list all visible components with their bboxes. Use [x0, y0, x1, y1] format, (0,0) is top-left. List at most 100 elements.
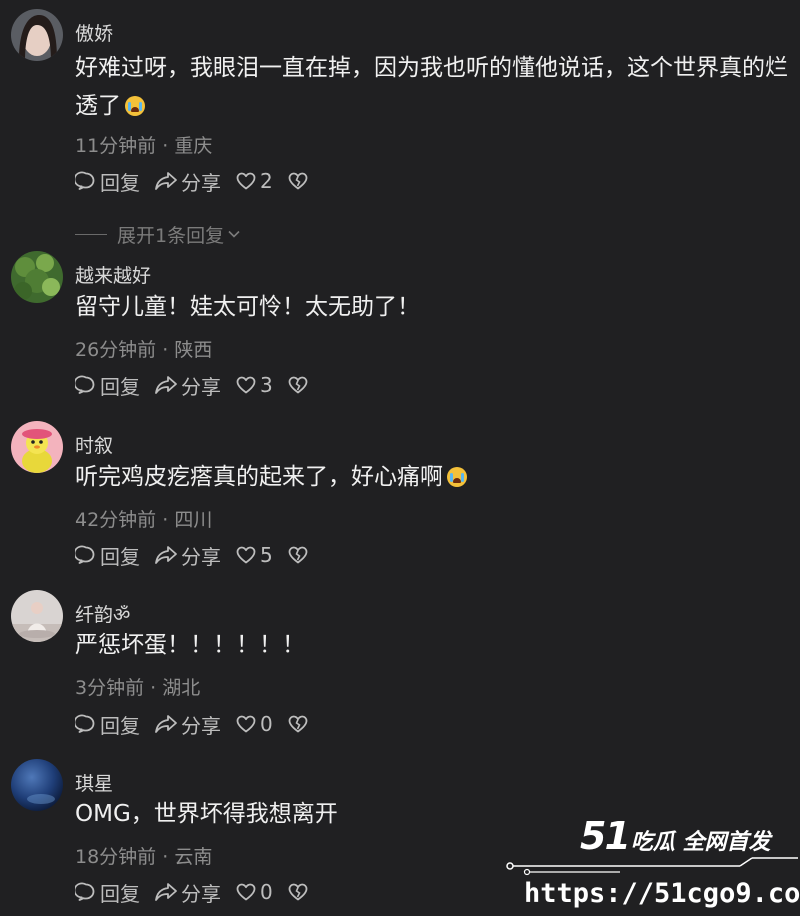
dislike-heart-icon	[287, 713, 309, 735]
avatar[interactable]	[11, 9, 63, 61]
avatar[interactable]	[11, 759, 63, 811]
reply-icon	[75, 881, 97, 903]
watermark-tagline: 吃瓜 全网首发	[630, 830, 771, 855]
comment-text-body: 听完鸡皮疙瘩真的起来了，好心痛啊	[75, 464, 443, 490]
comment-text: 听完鸡皮疙瘩真的起来了，好心痛啊	[75, 458, 795, 496]
reply-button[interactable]: 回复	[75, 371, 140, 400]
username[interactable]: 傲娇	[75, 19, 113, 46]
comment-text: 留守儿童！娃太可怜！太无助了！	[75, 288, 795, 326]
reply-button[interactable]: 回复	[75, 710, 140, 739]
like-count: 2	[260, 169, 273, 193]
avatar[interactable]	[11, 421, 63, 473]
comment-text-body: 好难过呀，我眼泪一直在掉，因为我也听的懂他说话，这个世界真的烂透了	[75, 55, 788, 119]
like-button[interactable]: 5	[235, 543, 273, 567]
dislike-button[interactable]	[287, 170, 309, 192]
share-button[interactable]: 分享	[154, 541, 221, 570]
comment-location: 陕西	[174, 339, 213, 361]
comment-actions: 回复 分享 2	[75, 167, 323, 196]
username[interactable]: 时叙	[75, 431, 113, 458]
comment-location: 云南	[174, 846, 213, 868]
reply-button[interactable]: 回复	[75, 878, 140, 907]
share-icon	[154, 713, 178, 735]
comment-text-body: OMG，世界坏得我想离开	[75, 801, 338, 827]
like-heart-icon	[235, 374, 257, 396]
reply-label: 回复	[100, 374, 140, 399]
like-heart-icon	[235, 713, 257, 735]
like-button[interactable]: 0	[235, 880, 273, 904]
comment-time: 18分钟前	[75, 846, 157, 868]
share-label: 分享	[181, 374, 221, 399]
comment-location: 四川	[174, 509, 213, 531]
comment-meta: 18分钟前 · 云南	[75, 842, 212, 869]
watermark-url: https://51cgo9.com	[524, 878, 800, 909]
share-label: 分享	[181, 713, 221, 738]
expand-replies-button[interactable]: 展开1条回复	[75, 221, 241, 248]
like-heart-icon	[235, 170, 257, 192]
reply-icon	[75, 544, 97, 566]
dislike-button[interactable]	[287, 374, 309, 396]
comment-time: 3分钟前	[75, 677, 145, 699]
comment-actions: 回复 分享 0	[75, 710, 323, 739]
share-icon	[154, 881, 178, 903]
reply-button[interactable]: 回复	[75, 167, 140, 196]
crying-face-icon	[447, 467, 467, 487]
share-icon	[154, 544, 178, 566]
comment-time: 42分钟前	[75, 509, 157, 531]
share-button[interactable]: 分享	[154, 710, 221, 739]
comment-meta: 3分钟前 · 湖北	[75, 673, 200, 700]
reply-label: 回复	[100, 544, 140, 569]
comment-text: 严惩坏蛋！！！！！！	[75, 626, 795, 664]
like-button[interactable]: 2	[235, 169, 273, 193]
dislike-heart-icon	[287, 374, 309, 396]
like-heart-icon	[235, 881, 257, 903]
share-button[interactable]: 分享	[154, 371, 221, 400]
meta-separator: ·	[162, 135, 169, 157]
share-label: 分享	[181, 881, 221, 906]
meta-separator: ·	[150, 677, 157, 699]
share-label: 分享	[181, 544, 221, 569]
username[interactable]: 越来越好	[75, 261, 151, 288]
dislike-heart-icon	[287, 544, 309, 566]
comment-actions: 回复 分享 5	[75, 541, 323, 570]
share-button[interactable]: 分享	[154, 167, 221, 196]
meta-separator: ·	[162, 339, 169, 361]
comment-text-body: 留守儿童！娃太可怜！太无助了！	[75, 294, 420, 320]
avatar[interactable]	[11, 251, 63, 303]
comment-time: 26分钟前	[75, 339, 157, 361]
comment-meta: 42分钟前 · 四川	[75, 505, 212, 532]
dislike-heart-icon	[287, 170, 309, 192]
watermark-brand: 51吃瓜 全网首发	[580, 814, 771, 858]
reply-label: 回复	[100, 713, 140, 738]
like-button[interactable]: 0	[235, 712, 273, 736]
dislike-heart-icon	[287, 881, 309, 903]
comment-location: 湖北	[162, 677, 201, 699]
reply-button[interactable]: 回复	[75, 541, 140, 570]
expand-divider	[75, 234, 107, 235]
comment-actions: 回复 分享 0	[75, 878, 323, 907]
share-button[interactable]: 分享	[154, 878, 221, 907]
username[interactable]: 纤韵ॐ	[75, 600, 130, 627]
like-count: 3	[260, 373, 273, 397]
dislike-button[interactable]	[287, 713, 309, 735]
like-button[interactable]: 3	[235, 373, 273, 397]
share-icon	[154, 374, 178, 396]
avatar[interactable]	[11, 590, 63, 642]
watermark: 51吃瓜 全网首发 https://51cgo9.com	[500, 812, 800, 916]
like-count: 0	[260, 880, 273, 904]
like-heart-icon	[235, 544, 257, 566]
crying-face-icon	[125, 96, 145, 116]
comment-actions: 回复 分享 3	[75, 371, 323, 400]
watermark-number: 51	[580, 814, 631, 858]
like-count: 0	[260, 712, 273, 736]
expand-replies-label: 展开1条回复	[117, 225, 225, 247]
reply-icon	[75, 170, 97, 192]
dislike-button[interactable]	[287, 881, 309, 903]
meta-separator: ·	[162, 846, 169, 868]
like-count: 5	[260, 543, 273, 567]
username[interactable]: 琪星	[75, 769, 113, 796]
meta-separator: ·	[162, 509, 169, 531]
comment-meta: 26分钟前 · 陕西	[75, 335, 212, 362]
comment-time: 11分钟前	[75, 135, 157, 157]
dislike-button[interactable]	[287, 544, 309, 566]
comment-text-body: 严惩坏蛋！！！！！！	[75, 632, 305, 658]
